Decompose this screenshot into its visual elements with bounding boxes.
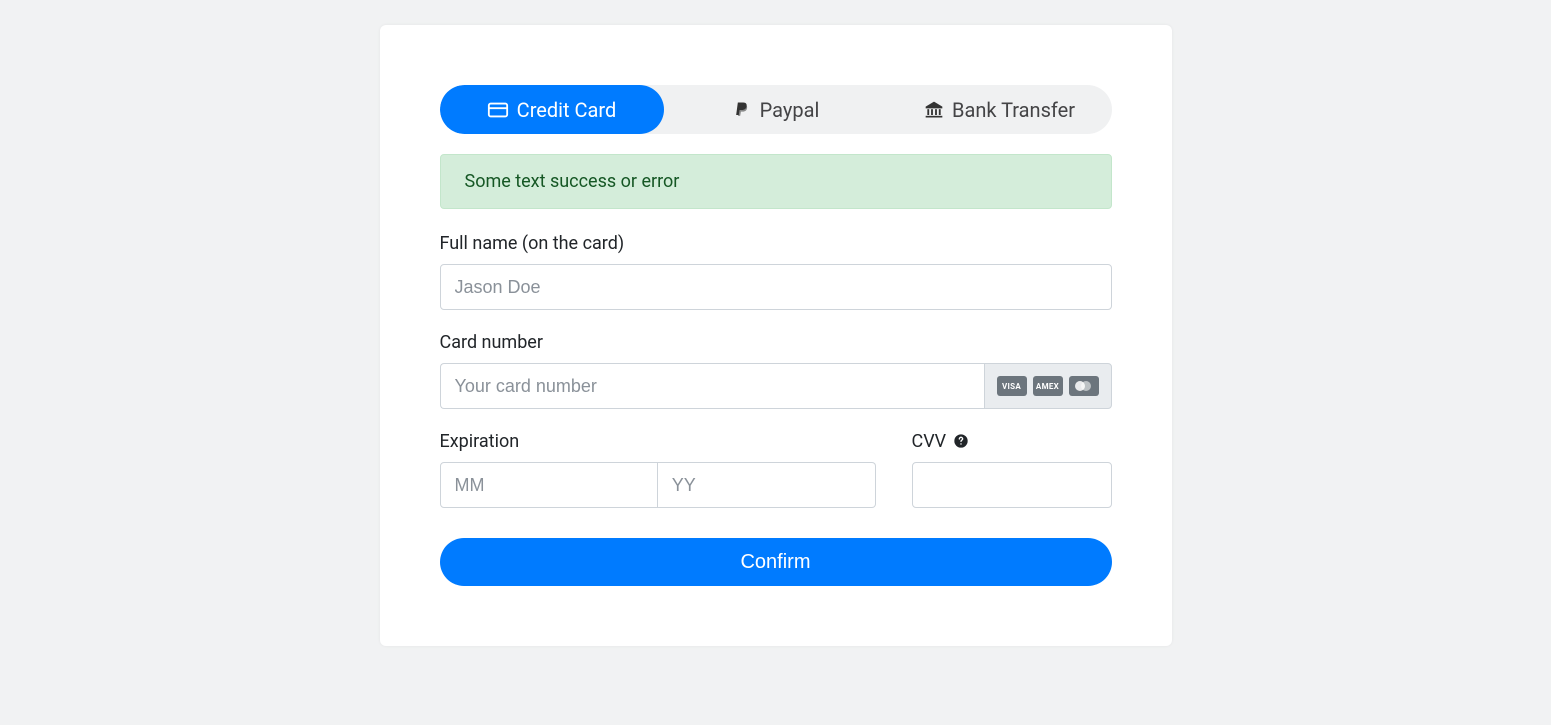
tab-bank-transfer[interactable]: Bank Transfer (888, 85, 1112, 134)
tab-credit-card[interactable]: Credit Card (440, 85, 664, 134)
alert-message: Some text success or error (465, 171, 680, 192)
confirm-button[interactable]: Confirm (440, 538, 1112, 586)
amex-icon: AMEX (1033, 376, 1063, 396)
tab-paypal[interactable]: Paypal (664, 85, 888, 134)
cvv-input[interactable] (912, 462, 1112, 508)
card-number-label: Card number (440, 332, 1112, 353)
visa-icon: VISA (997, 376, 1027, 396)
tab-label: Credit Card (517, 98, 617, 122)
payment-method-tabs: Credit Card Paypal (440, 85, 1112, 134)
tab-label: Paypal (760, 98, 820, 122)
status-alert: Some text success or error (440, 154, 1112, 209)
full-name-label: Full name (on the card) (440, 233, 1112, 254)
card-number-input[interactable] (440, 363, 984, 409)
cvv-label-text: CVV (912, 431, 947, 452)
full-name-input[interactable] (440, 264, 1112, 310)
cvv-label: CVV (912, 431, 1112, 452)
expiration-month-input[interactable] (440, 462, 658, 508)
expiration-label: Expiration (440, 431, 876, 452)
paypal-icon (732, 100, 752, 120)
mastercard-icon (1069, 376, 1099, 396)
tab-label: Bank Transfer (952, 98, 1075, 122)
expiration-year-input[interactable] (658, 462, 876, 508)
bank-icon (924, 100, 944, 120)
card-brand-addon: VISA AMEX (984, 363, 1112, 409)
credit-card-icon (487, 99, 509, 121)
help-icon[interactable] (953, 433, 969, 449)
payment-card: Credit Card Paypal (380, 25, 1172, 646)
